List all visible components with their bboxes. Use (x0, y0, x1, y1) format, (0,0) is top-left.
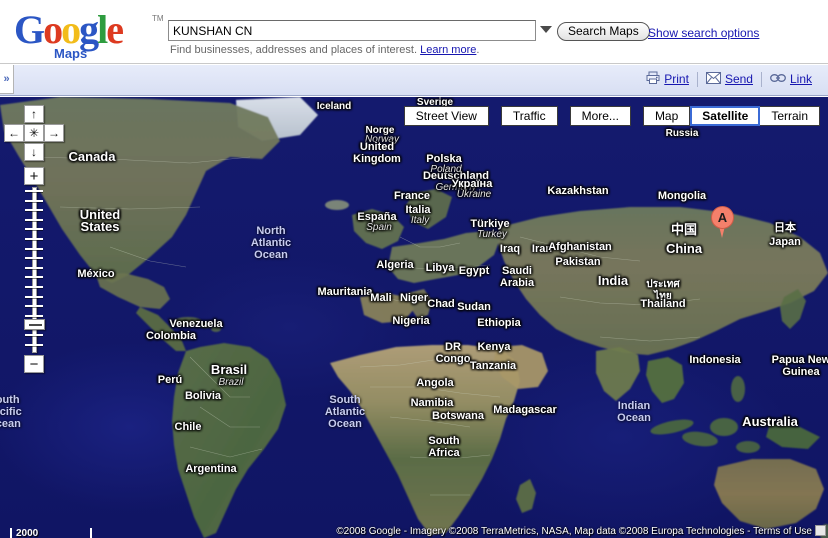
zoom-tick (25, 199, 43, 202)
google-wordmark: Google (14, 7, 124, 52)
zoom-tick (25, 228, 43, 231)
zoom-tick (25, 343, 43, 346)
map-type-group: Map Satellite Terrain (642, 106, 820, 126)
zoom-in-button[interactable]: + (24, 167, 44, 185)
center-crosshair-icon: ✳ (28, 126, 40, 140)
marker-pin: A (711, 206, 734, 229)
satellite-landmass-layer (0, 97, 828, 538)
map-canvas[interactable]: Canada United States México Venezuela Colomb… (0, 97, 828, 538)
google-maps-page: Google TM Maps Search Maps Show search o… (0, 0, 828, 538)
zoom-tick (25, 209, 43, 212)
zoom-tick (25, 266, 43, 269)
more-button[interactable]: More... (569, 106, 631, 126)
pan-up-button[interactable]: ↑ (24, 105, 44, 123)
zoom-tick (25, 295, 43, 298)
logo-letter-l: l (97, 7, 108, 52)
zoom-tick (25, 286, 43, 288)
street-view-button[interactable]: Street View (403, 106, 489, 126)
envelope-icon (705, 71, 721, 87)
map-type-terrain[interactable]: Terrain (760, 106, 820, 126)
minus-icon: − (29, 355, 39, 373)
pan-right-button[interactable]: → (44, 124, 64, 142)
center-map-button[interactable]: ✳ (24, 124, 44, 142)
expand-sidebar-button[interactable]: » (0, 65, 14, 94)
marker-letter: A (717, 210, 728, 225)
action-toolbar: » Print Send Link (0, 65, 828, 96)
zoom-tick (25, 334, 43, 336)
zoom-tick (25, 238, 43, 240)
google-maps-logo[interactable]: Google TM Maps (12, 7, 164, 62)
print-label: Print (664, 72, 689, 86)
map-attribution: ©2008 Google - Imagery ©2008 TerraMetric… (336, 526, 812, 537)
logo-letter-e: e (106, 7, 124, 52)
map-type-satellite[interactable]: Satellite (690, 106, 761, 126)
chain-link-icon (770, 72, 786, 86)
search-hint: Find businesses, addresses and places of… (170, 44, 479, 56)
link-button[interactable]: Link (762, 72, 820, 86)
zoom-slider-thumb[interactable] (24, 319, 45, 330)
search-hint-text: Find businesses, addresses and places of… (170, 44, 421, 56)
search-input[interactable] (168, 20, 536, 41)
chevron-down-icon[interactable] (540, 26, 552, 33)
print-button[interactable]: Print (638, 71, 697, 87)
zoom-tick (25, 276, 43, 279)
arrow-up-icon: ↑ (31, 107, 37, 121)
plus-icon: + (29, 167, 39, 185)
search-hint-period: . (476, 44, 480, 56)
toolbar-actions: Print Send Link (638, 71, 820, 87)
send-label: Send (724, 72, 753, 86)
map-marker-a[interactable]: A (711, 206, 734, 238)
zoom-tick (25, 257, 43, 260)
printer-icon (646, 71, 660, 87)
search-maps-button[interactable]: Search Maps (557, 22, 650, 41)
zoom-tick (25, 314, 43, 317)
trademark-symbol: TM (152, 14, 164, 23)
map-type-map[interactable]: Map (642, 106, 691, 126)
arrow-down-icon: ↓ (31, 145, 37, 159)
zoom-tick (25, 190, 43, 192)
learn-more-link[interactable]: Learn more (420, 44, 476, 56)
pan-down-button[interactable]: ↓ (24, 143, 44, 161)
zoom-tick (25, 218, 43, 221)
show-search-options-link[interactable]: Show search options (648, 26, 759, 40)
zoom-tick (25, 305, 43, 308)
arrow-right-icon: → (48, 126, 60, 140)
map-type-controls: Street View Traffic More... Map Satellit… (403, 106, 820, 126)
pan-left-button[interactable]: ← (4, 124, 24, 142)
zoom-out-button[interactable]: − (24, 355, 44, 373)
link-label: Link (789, 72, 812, 86)
logo-letter-g1: G (14, 7, 45, 52)
traffic-button[interactable]: Traffic (500, 106, 558, 126)
maps-wordmark: Maps (54, 46, 88, 61)
scale-miles-label: 2000 mi (16, 528, 39, 538)
zoom-tick (25, 247, 43, 250)
send-button[interactable]: Send (698, 71, 761, 87)
page-header: Google TM Maps Search Maps Show search o… (0, 0, 828, 64)
resize-grip[interactable] (815, 525, 826, 536)
arrow-left-icon: ← (8, 126, 20, 140)
